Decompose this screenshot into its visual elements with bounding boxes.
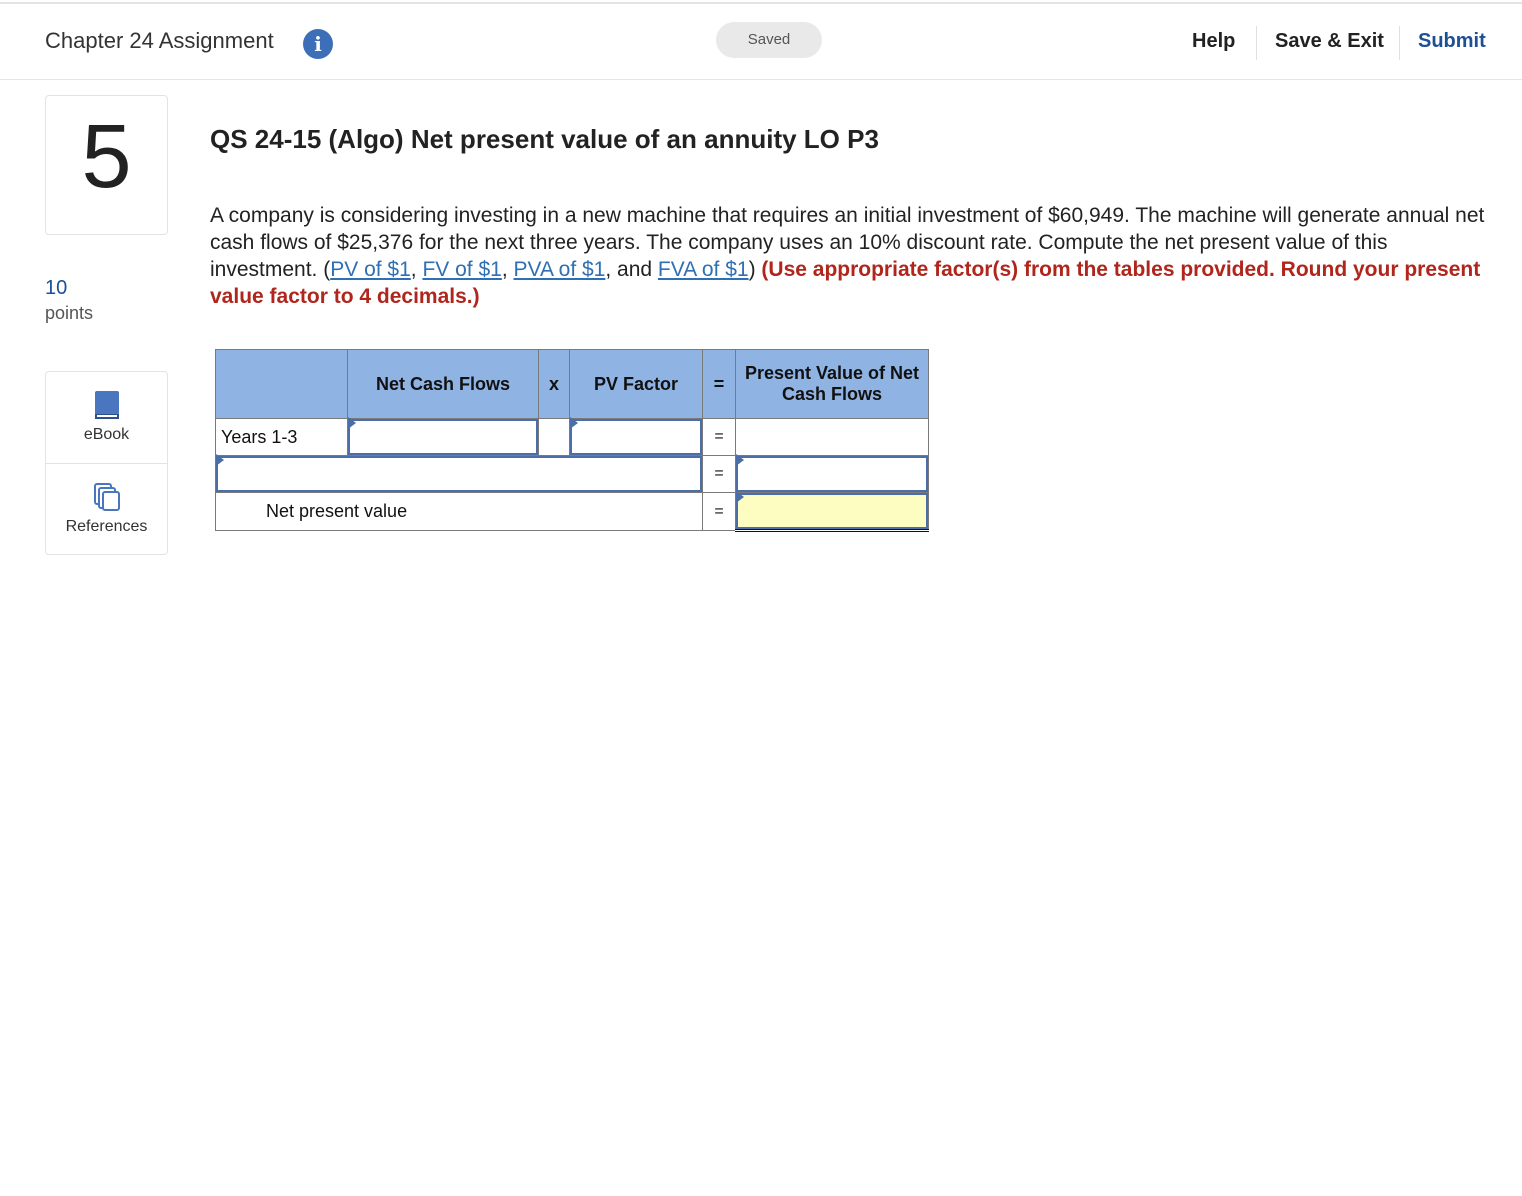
table-row: Net present value = bbox=[215, 491, 929, 532]
tools-panel: eBook References bbox=[45, 371, 168, 555]
pv-table-link[interactable]: PV of $1 bbox=[330, 258, 411, 281]
row-label-input[interactable] bbox=[216, 456, 702, 492]
net-cash-flows-input[interactable] bbox=[348, 419, 538, 455]
question-text: A company is considering investing in a … bbox=[210, 202, 1500, 310]
input-marker bbox=[216, 454, 224, 466]
pv-factor-cell bbox=[569, 417, 703, 456]
input-marker bbox=[736, 491, 744, 503]
points-value: 10 bbox=[45, 277, 68, 299]
npv-cell bbox=[735, 491, 929, 532]
npv-worksheet-table: Net Cash Flows x PV Factor = Present Val… bbox=[215, 349, 929, 532]
equals-sign: = bbox=[702, 455, 736, 493]
saved-status-badge: Saved bbox=[716, 22, 822, 58]
question-number: 5 bbox=[81, 107, 132, 207]
header-divider bbox=[1256, 26, 1257, 60]
header-present-value: Present Value of Net Cash Flows bbox=[735, 349, 929, 419]
points-label: points bbox=[45, 303, 94, 323]
table-row: = bbox=[215, 454, 929, 493]
info-icon[interactable]: i bbox=[303, 29, 333, 59]
references-button[interactable]: References bbox=[46, 463, 167, 555]
header-divider bbox=[1399, 26, 1400, 60]
ebook-label: eBook bbox=[83, 426, 130, 443]
present-value-cell bbox=[735, 418, 929, 456]
net-present-value-label: Net present value bbox=[215, 492, 703, 531]
pva-table-link[interactable]: PVA of $1 bbox=[514, 258, 606, 281]
header-net-cash-flows: Net Cash Flows bbox=[347, 349, 539, 419]
copy-icon bbox=[94, 483, 120, 511]
book-icon bbox=[95, 391, 119, 419]
link-separator: , bbox=[501, 258, 514, 281]
save-exit-button[interactable]: Save & Exit bbox=[1275, 30, 1384, 53]
help-button[interactable]: Help bbox=[1192, 30, 1235, 53]
equals-sign: = bbox=[702, 418, 736, 456]
assignment-title: Chapter 24 Assignment bbox=[45, 28, 274, 53]
fv-table-link[interactable]: FV of $1 bbox=[422, 258, 501, 281]
net-cash-flows-cell bbox=[347, 417, 539, 456]
header-equals: = bbox=[702, 349, 736, 419]
question-title: QS 24-15 (Algo) Net present value of an … bbox=[210, 124, 879, 154]
assignment-header: Chapter 24 Assignment i Saved Help Save … bbox=[0, 4, 1522, 80]
question-body-end: ) bbox=[748, 258, 762, 281]
net-present-value-input[interactable] bbox=[736, 493, 928, 529]
equals-sign: = bbox=[702, 492, 736, 531]
row-label-cell bbox=[215, 454, 703, 493]
header-blank bbox=[215, 349, 348, 419]
table-header-row: Net Cash Flows x PV Factor = Present Val… bbox=[215, 349, 929, 419]
header-pv-factor: PV Factor bbox=[569, 349, 703, 419]
row-label-years: Years 1-3 bbox=[215, 418, 348, 456]
fva-table-link[interactable]: FVA of $1 bbox=[658, 258, 749, 281]
input-marker bbox=[570, 417, 578, 429]
multiply-cell bbox=[538, 418, 570, 456]
amount-input[interactable] bbox=[736, 456, 928, 492]
table-row: Years 1-3 = bbox=[215, 417, 929, 456]
link-separator: , bbox=[410, 258, 423, 281]
input-marker bbox=[736, 454, 744, 466]
references-label: References bbox=[65, 518, 148, 535]
amount-cell bbox=[735, 454, 929, 493]
question-number-card: 5 bbox=[45, 95, 168, 235]
header-multiply: x bbox=[538, 349, 570, 419]
pv-factor-input[interactable] bbox=[570, 419, 702, 455]
link-separator: , and bbox=[605, 258, 658, 281]
input-marker bbox=[348, 417, 356, 429]
ebook-button[interactable]: eBook bbox=[46, 372, 167, 463]
submit-button[interactable]: Submit bbox=[1418, 30, 1486, 53]
